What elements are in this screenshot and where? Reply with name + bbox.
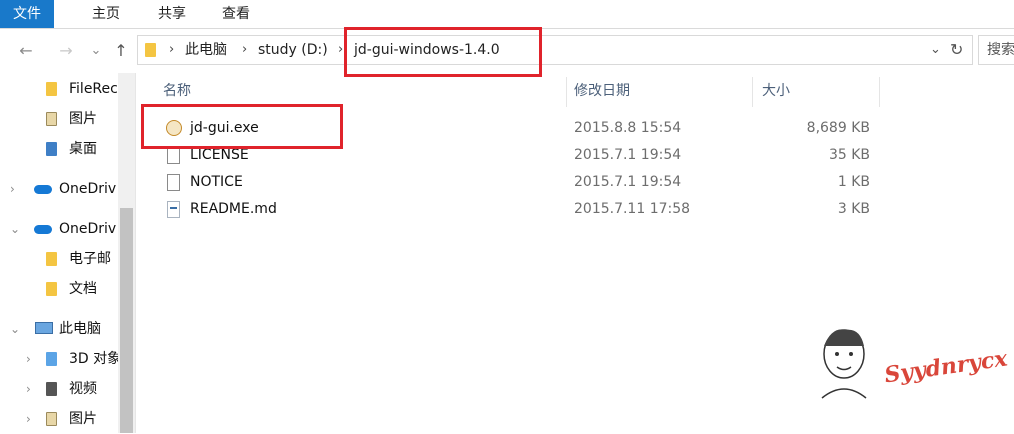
sidebar-item-pictures[interactable]: 图片 [0, 104, 118, 134]
breadcrumb-study-drive[interactable]: study (D:) [258, 36, 328, 64]
watermark-signature: Syydnrycx [882, 345, 1009, 389]
column-divider[interactable] [879, 77, 880, 107]
breadcrumb-this-pc[interactable]: 此电脑 [185, 36, 227, 64]
breadcrumb-separator: › [338, 42, 344, 57]
chevron-down-icon[interactable]: ⌄ [10, 314, 20, 344]
chevron-right-icon[interactable]: › [26, 344, 31, 374]
file-size: 3 KB [837, 201, 870, 217]
column-header-name[interactable]: 名称 [163, 77, 191, 107]
sidebar-item-documents[interactable]: 文档 [0, 274, 118, 304]
tab-file[interactable]: 文件 [0, 0, 54, 28]
chevron-down-icon[interactable]: ⌄ [10, 214, 20, 244]
breadcrumb-separator: › [242, 42, 248, 57]
sidebar-item-3d-objects[interactable]: › 3D 对象 [0, 344, 118, 374]
tab-view[interactable]: 查看 [206, 0, 266, 28]
sidebar-item-label: OneDriv [59, 221, 117, 237]
sidebar-item-label: 桌面 [69, 141, 97, 157]
file-icon [167, 174, 180, 191]
column-divider[interactable] [566, 77, 567, 107]
computer-icon [35, 322, 53, 334]
folder-icon [46, 282, 57, 296]
sidebar-item-label: 电子邮 [69, 251, 111, 267]
file-row[interactable]: NOTICE 2015.7.1 19:54 1 KB [150, 169, 890, 196]
sidebar-item-label: FileRec [69, 81, 118, 97]
column-header-size[interactable]: 大小 [762, 77, 790, 107]
sidebar-item-onedrive-1[interactable]: › OneDriv [0, 174, 118, 204]
desktop-icon [46, 142, 57, 156]
scrollbar-thumb[interactable] [120, 208, 133, 433]
markdown-file-icon [167, 201, 180, 218]
file-size: 35 KB [828, 147, 870, 163]
sidebar-item-label: 视频 [69, 381, 97, 397]
sidebar-item-onedrive-2[interactable]: ⌄ OneDriv [0, 214, 118, 244]
search-input[interactable]: 搜索 [978, 35, 1014, 65]
chevron-right-icon[interactable]: › [26, 374, 31, 404]
back-icon[interactable]: ← [16, 39, 36, 63]
tab-share[interactable]: 共享 [142, 0, 202, 28]
column-divider[interactable] [752, 77, 753, 107]
sidebar-item-desktop[interactable]: 桌面 [0, 134, 118, 164]
forward-icon[interactable]: → [56, 39, 76, 63]
sidebar-item-videos[interactable]: › 视频 [0, 374, 118, 404]
cartoon-face-watermark [821, 329, 867, 399]
sidebar-item-label: 文档 [69, 281, 97, 297]
sidebar-item-label: 图片 [69, 411, 97, 427]
tab-home[interactable]: 主页 [76, 0, 136, 28]
folder-icon [46, 252, 57, 266]
video-icon [46, 382, 57, 396]
file-date: 2015.7.11 17:58 [574, 201, 691, 217]
onedrive-icon [34, 225, 52, 234]
sidebar-item-email[interactable]: 电子邮 [0, 244, 118, 274]
sidebar-item-label: OneDriv [59, 181, 117, 197]
column-header-date[interactable]: 修改日期 [574, 77, 630, 107]
onedrive-icon [34, 185, 52, 194]
sidebar-item-label: 3D 对象 [69, 351, 118, 367]
chevron-right-icon[interactable]: › [10, 174, 15, 204]
file-size: 1 KB [837, 174, 870, 190]
sidebar-scrollbar[interactable] [118, 73, 135, 433]
up-icon[interactable]: ↑ [111, 39, 131, 63]
folder-icon [145, 43, 156, 57]
sidebar-item-label: 此电脑 [59, 321, 101, 337]
sidebar-item-filerec[interactable]: FileRec [0, 74, 118, 104]
breadcrumb-separator: › [169, 42, 175, 57]
address-highlight-box [344, 27, 542, 77]
folder-icon [46, 82, 57, 96]
file-row[interactable]: README.md 2015.7.11 17:58 3 KB [150, 196, 890, 223]
file-name: README.md [190, 201, 277, 217]
navigation-pane: FileRec 图片 桌面 › OneDriv ⌄ OneDriv 电子邮 文档… [0, 73, 136, 433]
file-highlight-box [141, 104, 343, 149]
3d-objects-icon [46, 352, 57, 366]
file-date: 2015.7.1 19:54 [574, 147, 682, 163]
ribbon: 文件 主页 共享 查看 [0, 0, 1014, 29]
search-placeholder: 搜索 [987, 42, 1014, 58]
pictures-icon [46, 112, 57, 126]
file-size: 8,689 KB [806, 120, 870, 136]
address-bar[interactable]: › 此电脑 › study (D:) › jd-gui-windows-1.4.… [137, 35, 973, 65]
sidebar-item-pictures-2[interactable]: › 图片 [0, 404, 118, 434]
pictures-icon [46, 412, 57, 426]
file-name: NOTICE [190, 174, 243, 190]
address-dropdown-icon[interactable]: ⌄ [930, 36, 941, 64]
file-date: 2015.7.1 19:54 [574, 174, 682, 190]
refresh-icon[interactable]: ↻ [950, 36, 963, 64]
file-date: 2015.8.8 15:54 [574, 120, 682, 136]
sidebar-item-label: 图片 [69, 111, 97, 127]
recent-locations-icon[interactable]: ⌄ [86, 39, 106, 63]
file-icon [167, 147, 180, 164]
sidebar-item-this-pc[interactable]: ⌄ 此电脑 [0, 314, 118, 344]
chevron-right-icon[interactable]: › [26, 404, 31, 434]
